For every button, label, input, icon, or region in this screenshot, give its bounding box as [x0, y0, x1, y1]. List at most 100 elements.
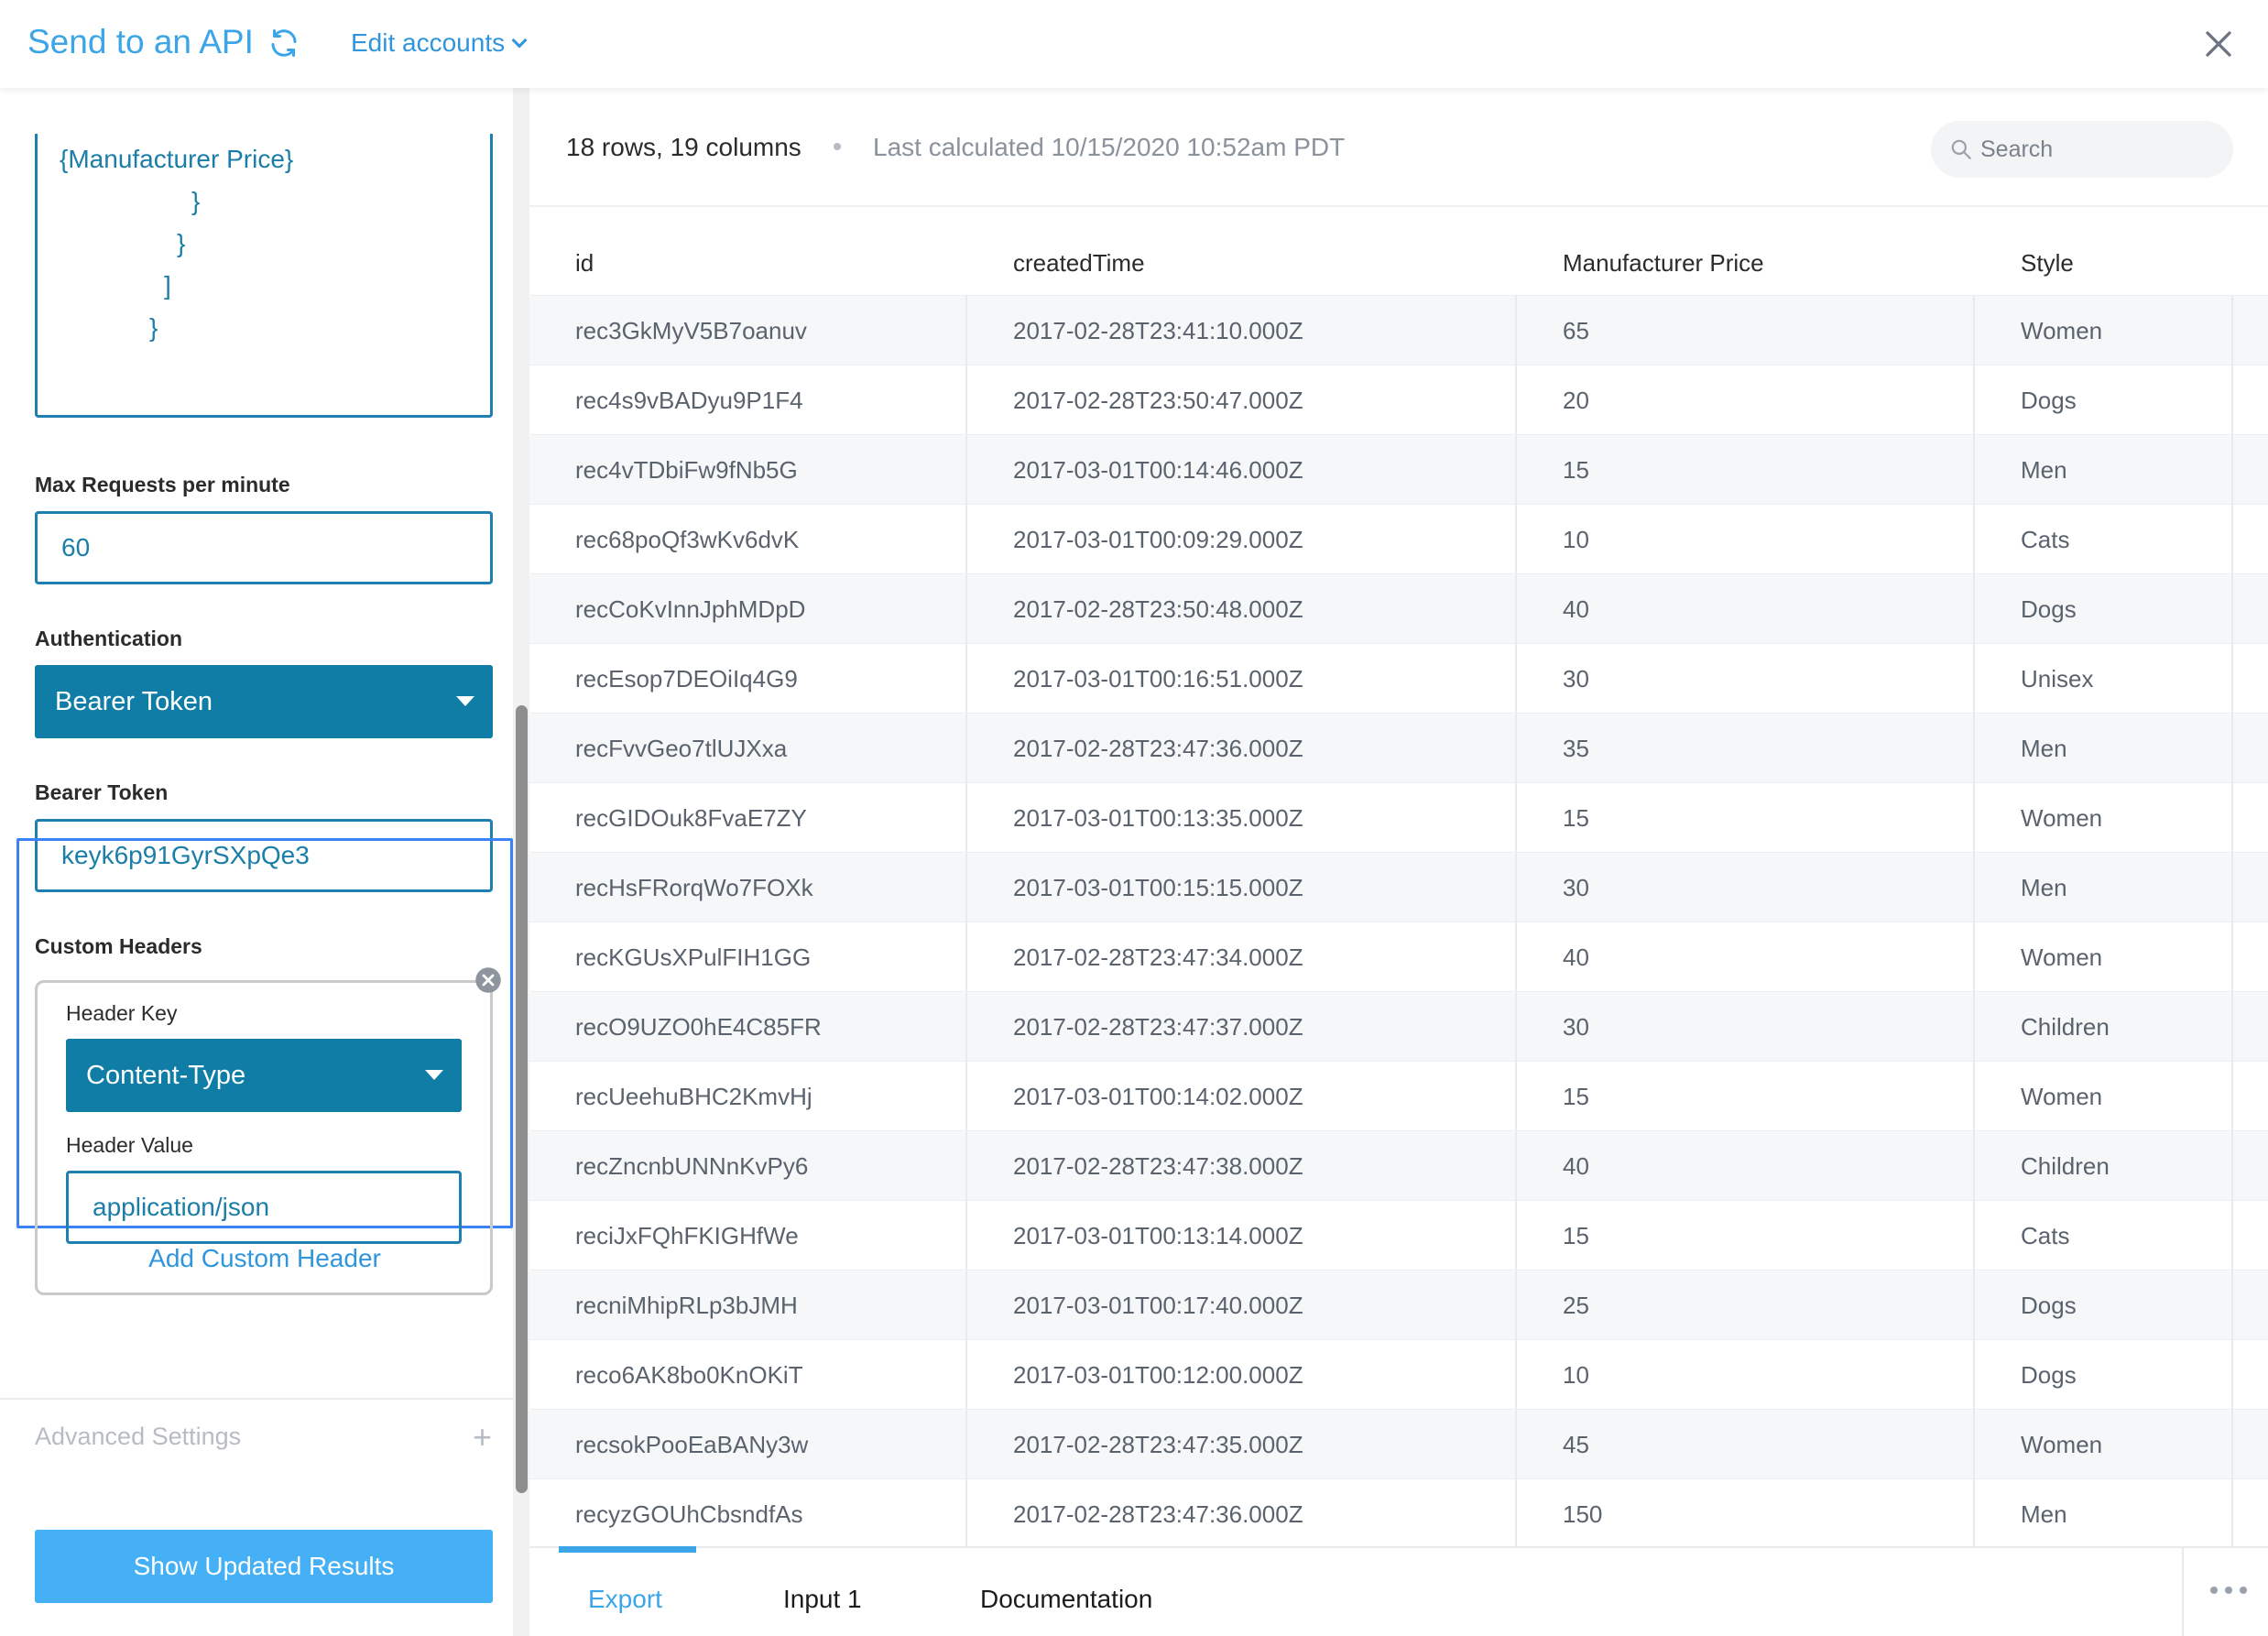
advanced-settings-label[interactable]: Advanced Settings	[35, 1423, 241, 1451]
body-line: }	[177, 229, 186, 257]
cell-id: recEsop7DEOiIq4G9	[575, 664, 798, 693]
cell-manufacturer-price: 150	[1563, 1500, 1603, 1528]
cell-createdtime: 2017-02-28T23:47:34.000Z	[1013, 943, 1303, 971]
app-title: Send to an API	[27, 23, 254, 60]
cell-style: Women	[2021, 803, 2103, 832]
column-header-createdtime[interactable]: createdTime	[1013, 249, 1145, 278]
table-row[interactable]: recsokPooEaBANy3w 2017-02-28T23:47:35.000…	[529, 1409, 2268, 1478]
table-row[interactable]: recFvvGeo7tlUJXxa 2017-02-28T23:47:36.000…	[529, 713, 2268, 782]
show-updated-results-button[interactable]: Show Updated Results	[35, 1530, 493, 1603]
column-header-manufacturer-price[interactable]: Manufacturer Price	[1563, 249, 1764, 278]
table-row[interactable]: rec68poQf3wKv6dvK 2017-03-01T00:09:29.000…	[529, 504, 2268, 573]
results-panel: 18 rows, 19 columns Last calculated 10/1…	[529, 88, 2268, 1636]
app-header: Send to an API Edit accounts	[0, 0, 2268, 88]
table-row[interactable]: recyzGOUhCbsndfAs 2017-02-28T23:47:36.000…	[529, 1478, 2268, 1548]
table-row[interactable]: recGIDOuk8FvaE7ZY 2017-03-01T00:13:35.000…	[529, 782, 2268, 852]
cell-style: Unisex	[2021, 664, 2094, 693]
search-icon	[1951, 139, 1971, 159]
tab-documentation[interactable]: Documentation	[980, 1585, 1152, 1614]
cell-createdtime: 2017-02-28T23:47:36.000Z	[1013, 734, 1303, 762]
cell-createdtime: 2017-03-01T00:12:00.000Z	[1013, 1360, 1303, 1389]
add-custom-header-link[interactable]: Add Custom Header	[0, 1244, 529, 1273]
table-row[interactable]: recHsFRorqWo7FOXk 2017-03-01T00:15:15.000…	[529, 852, 2268, 922]
cell-createdtime: 2017-03-01T00:17:40.000Z	[1013, 1291, 1303, 1319]
body-line: }	[149, 313, 158, 342]
authentication-label: Authentication	[35, 627, 182, 650]
cell-createdtime: 2017-02-28T23:50:47.000Z	[1013, 386, 1303, 414]
cell-manufacturer-price: 45	[1563, 1430, 1589, 1458]
cell-style: Cats	[2021, 525, 2070, 553]
more-icon[interactable]	[2208, 1581, 2250, 1599]
cell-id: recCoKvInnJphMDpD	[575, 594, 806, 623]
bearer-token-label: Bearer Token	[35, 780, 169, 804]
cell-id: reciJxFQhFKIGHfWe	[575, 1221, 799, 1249]
cell-id: reco6AK8bo0KnOKiT	[575, 1360, 803, 1389]
table-row[interactable]: recniMhipRLp3bJMH 2017-03-01T00:17:40.000…	[529, 1270, 2268, 1339]
max-requests-input[interactable]: 60	[35, 511, 493, 584]
cell-manufacturer-price: 30	[1563, 1012, 1589, 1041]
separator-dot	[834, 143, 841, 150]
cell-id: rec4s9vBADyu9P1F4	[575, 386, 803, 414]
table-row[interactable]: recKGUsXPulFIH1GG 2017-02-28T23:47:34.000…	[529, 922, 2268, 991]
header-key-select[interactable]: Content-Type	[66, 1039, 462, 1112]
table-row[interactable]: recO9UZO0hE4C85FR 2017-02-28T23:47:37.000…	[529, 991, 2268, 1061]
scrollbar-thumb[interactable]	[516, 705, 528, 1493]
cell-createdtime: 2017-02-28T23:47:37.000Z	[1013, 1012, 1303, 1041]
cell-style: Men	[2021, 455, 2067, 484]
cell-manufacturer-price: 30	[1563, 664, 1589, 693]
cell-manufacturer-price: 40	[1563, 594, 1589, 623]
custom-headers-label: Custom Headers	[35, 934, 202, 958]
tab-input-1[interactable]: Input 1	[783, 1585, 862, 1614]
cell-id: recUeehuBHC2KmvHj	[575, 1082, 812, 1110]
cell-createdtime: 2017-02-28T23:50:48.000Z	[1013, 594, 1303, 623]
plus-icon[interactable]: +	[473, 1418, 492, 1456]
active-tab-indicator	[559, 1546, 696, 1553]
cell-createdtime: 2017-03-01T00:14:46.000Z	[1013, 455, 1303, 484]
header-value-input[interactable]: application/json	[66, 1171, 462, 1244]
refresh-icon[interactable]	[267, 27, 300, 60]
cell-manufacturer-price: 15	[1563, 1082, 1589, 1110]
cell-style: Women	[2021, 943, 2103, 971]
cell-createdtime: 2017-03-01T00:13:14.000Z	[1013, 1221, 1303, 1249]
remove-icon[interactable]	[474, 966, 502, 994]
cell-manufacturer-price: 30	[1563, 873, 1589, 901]
table-row[interactable]: recZncnbUNNnKvPy6 2017-02-28T23:47:38.000…	[529, 1130, 2268, 1200]
cell-manufacturer-price: 65	[1563, 316, 1589, 344]
cell-createdtime: 2017-02-28T23:47:36.000Z	[1013, 1500, 1303, 1528]
cell-manufacturer-price: 40	[1563, 1151, 1589, 1180]
cell-manufacturer-price: 40	[1563, 943, 1589, 971]
cell-style: Women	[2021, 1082, 2103, 1110]
bottom-tab-bar: Export Input 1 Documentation	[529, 1546, 2268, 1636]
table-row[interactable]: rec4s9vBADyu9P1F4 2017-02-28T23:50:47.000…	[529, 365, 2268, 434]
cell-manufacturer-price: 10	[1563, 1360, 1589, 1389]
authentication-select[interactable]: Bearer Token	[35, 665, 493, 738]
search-box[interactable]	[1931, 121, 2233, 178]
cell-style: Dogs	[2021, 1291, 2077, 1319]
column-header-style[interactable]: Style	[2021, 249, 2074, 278]
authentication-selected: Bearer Token	[55, 686, 213, 716]
table-row[interactable]: rec3GkMyV5B7oanuv 2017-02-28T23:41:10.000…	[529, 295, 2268, 365]
cell-manufacturer-price: 35	[1563, 734, 1589, 762]
column-header-id[interactable]: id	[575, 249, 594, 278]
table-row[interactable]: reciJxFQhFKIGHfWe 2017-03-01T00:13:14.000…	[529, 1200, 2268, 1270]
cell-createdtime: 2017-03-01T00:16:51.000Z	[1013, 664, 1303, 693]
caret-down-icon	[456, 696, 474, 706]
close-icon[interactable]	[2202, 27, 2235, 60]
body-line: }	[191, 187, 201, 215]
table-row[interactable]: recCoKvInnJphMDpD 2017-02-28T23:50:48.000…	[529, 573, 2268, 643]
rows-columns-summary: 18 rows, 19 columns	[566, 133, 801, 161]
request-body-editor[interactable]: {Manufacturer Price} } } ] }	[35, 134, 493, 418]
table-row[interactable]: recEsop7DEOiIq4G9 2017-03-01T00:16:51.000…	[529, 643, 2268, 713]
cell-createdtime: 2017-03-01T00:15:15.000Z	[1013, 873, 1303, 901]
table-row[interactable]: rec4vTDbiFw9fNb5G 2017-03-01T00:14:46.000…	[529, 434, 2268, 504]
search-input[interactable]	[1980, 121, 2219, 178]
table-row[interactable]: recUeehuBHC2KmvHj 2017-03-01T00:14:02.000…	[529, 1061, 2268, 1130]
table-row[interactable]: reco6AK8bo0KnOKiT 2017-03-01T00:12:00.000…	[529, 1339, 2268, 1409]
tab-export[interactable]: Export	[588, 1585, 662, 1614]
column-divider	[1515, 295, 1517, 1631]
cell-style: Women	[2021, 1430, 2103, 1458]
cell-style: Dogs	[2021, 594, 2077, 623]
cell-id: recsokPooEaBANy3w	[575, 1430, 809, 1458]
edit-accounts-dropdown[interactable]: Edit accounts	[351, 28, 528, 58]
cell-id: recHsFRorqWo7FOXk	[575, 873, 813, 901]
